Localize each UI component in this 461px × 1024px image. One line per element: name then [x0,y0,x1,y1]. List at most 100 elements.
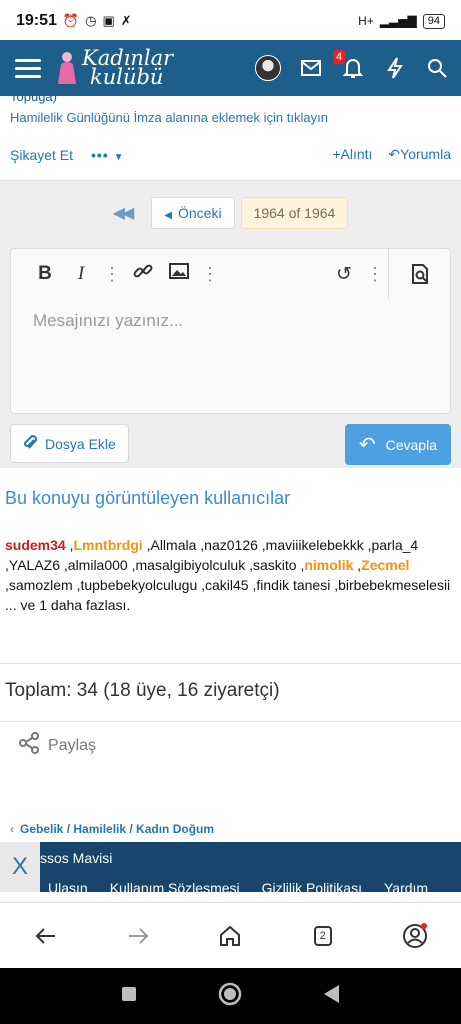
viewer-names: sudem34 ,Lmntbrdgi ,Allmala ,naz0126 ,ma… [5,537,450,593]
image-icon[interactable] [161,263,197,285]
footer-links: Ulaşın Kullanım Sözleşmesi Gizlilik Poli… [48,880,428,892]
account-icon[interactable] [395,916,435,956]
logo-figure-icon [58,52,76,84]
more-menu-button[interactable]: ••• ▼ [91,147,125,163]
footer-link-privacy[interactable]: Gizlilik Politikası [262,880,362,892]
viewer-username[interactable]: maviiikelebekkk [266,537,364,553]
viewer-separator: , [197,577,206,593]
reply-editor-section: B I ⋮ ⋮ ↺ ⋮ Mesajınızı yazınız... Dosya … [0,244,461,468]
reply-arrow-icon: ↶ [388,146,401,162]
undo-icon[interactable]: ↺ [326,263,362,286]
viewer-total: Toplam: 34 (18 üye, 16 ziyaretçi) [5,680,280,701]
site-logo[interactable]: Kadınlar kulübü [56,48,173,88]
site-footer: ssos Mavisi Ulaşın Kullanım Sözleşmesi G… [0,842,461,892]
viewer-username[interactable]: almila000 [68,557,128,573]
viewer-username[interactable]: samozlem [9,577,73,593]
first-page-icon[interactable]: ◀◀ [113,203,135,223]
status-bar: 19:51 ⏰ ◷ ▣ ✗ H+ ▂▃▅▇ 94 [0,0,461,42]
recents-icon[interactable] [121,986,137,1007]
style-chooser[interactable]: ssos Mavisi [40,850,112,866]
footer-link-terms[interactable]: Kullanım Sözleşmesi [110,880,240,892]
status-time: 19:51 [16,12,57,29]
viewer-separator: , [60,557,68,573]
viewer-username[interactable]: Zecmel [361,557,409,573]
viewer-username[interactable]: masalgibiyolculuk [136,557,246,573]
clock-icon: ◷ [85,13,97,28]
quote-label: Alıntı [340,146,373,162]
mail-icon[interactable] [299,56,323,80]
close-ad-button[interactable]: X [0,842,40,892]
divider [0,721,461,722]
attach-file-button[interactable]: Dosya Ekle [10,424,129,463]
viewer-username[interactable]: Allmala [150,537,196,553]
attach-label: Dosya Ekle [45,435,116,452]
italic-icon[interactable]: I [63,263,99,285]
tab-count: 2 [319,929,326,942]
viewer-username[interactable]: parla_4 [372,537,419,553]
viewer-username[interactable]: sudem34 [5,537,66,553]
footer-link-contact[interactable]: Ulaşın [48,880,88,892]
viewer-username[interactable]: saskito [253,557,297,573]
share-icon [18,732,40,759]
footer-link-help[interactable]: Yardım [384,880,428,892]
previous-page-button[interactable]: ◀ Önceki [151,196,235,229]
viewer-username[interactable]: Lmntbrdgi [73,537,142,553]
tabs-icon[interactable]: 2 [303,916,343,956]
share-button[interactable]: Paylaş [18,732,96,759]
submit-reply-button[interactable]: ↶ Cevapla [344,424,451,465]
thread-viewers: Bu konuyu görüntüleyen kullanıcılar sude… [0,470,461,615]
viewer-username[interactable]: YALAZ6 [9,557,60,573]
viewer-separator: , [196,537,205,553]
notification-bell-icon[interactable]: 4 [333,50,365,80]
notification-badge: 4 [333,50,346,64]
paperclip-icon [23,433,38,454]
viewer-username[interactable]: birbebekmeselesii [338,577,450,593]
app-header: Kadınlar kulübü 4 [0,40,461,96]
viewer-separator: , [257,537,266,553]
bold-icon[interactable]: B [27,263,63,285]
viewer-username[interactable]: nimolik [304,557,353,573]
more-insert-options-icon[interactable]: ⋮ [197,264,223,285]
viewer-username[interactable]: findik tanesi [256,577,330,593]
viewer-separator: , [127,557,136,573]
viewers-more[interactable]: ... ve 1 daha fazlası. [5,595,456,615]
submit-label: Cevapla [385,436,437,453]
link-icon[interactable] [125,261,161,287]
more-text-options-icon[interactable]: ⋮ [99,264,125,285]
search-icon[interactable] [425,56,449,80]
network-type: H+ [358,14,374,28]
back-triangle-icon[interactable] [323,984,341,1009]
viewer-username[interactable]: naz0126 [204,537,258,553]
message-input[interactable]: Mesajınızı yazınız... [11,299,450,343]
viewer-list: sudem34 ,Lmntbrdgi ,Allmala ,naz0126 ,ma… [5,535,456,615]
user-avatar[interactable] [255,55,281,81]
viewer-separator: , [245,557,253,573]
system-nav-bar [0,968,461,1024]
viewer-separator: , [353,557,362,573]
signature-diary-link[interactable]: Hamilelik Günlüğünü İmza alanına eklemek… [10,110,450,125]
viewer-username[interactable]: cakil45 [205,577,249,593]
report-link[interactable]: Şikayet Et [10,147,73,163]
divider [0,663,461,664]
lightning-icon[interactable] [383,56,407,80]
home-button-icon[interactable] [218,982,242,1011]
preview-icon[interactable] [388,249,450,299]
signature-cut-text: Topuga) [10,92,57,104]
reply-button[interactable]: ↶Yorumla [388,146,451,163]
forward-icon[interactable] [118,916,158,956]
hamburger-menu-icon[interactable] [0,40,56,96]
viewer-username[interactable]: tupbebekyolculugu [80,577,197,593]
current-page-indicator[interactable]: 1964 of 1964 [240,196,349,229]
alarm-icon: ⏰ [62,13,80,28]
quote-button[interactable]: +Alıntı [332,146,372,163]
more-options-icon[interactable]: ⋮ [362,264,388,285]
reply-label: Yorumla [400,146,451,162]
breadcrumb: ‹ Gebelik / Hamilelik / Kadın Doğum [10,822,214,836]
home-icon[interactable] [210,916,250,956]
previous-label: Önceki [177,204,222,221]
viewer-separator: , [330,577,339,593]
x-app-icon: ✗ [120,13,132,28]
breadcrumb-item[interactable]: Gebelik / Hamilelik / Kadın Doğum [20,822,214,836]
app-notification-icon: ▣ [102,13,115,28]
back-icon[interactable] [26,916,66,956]
